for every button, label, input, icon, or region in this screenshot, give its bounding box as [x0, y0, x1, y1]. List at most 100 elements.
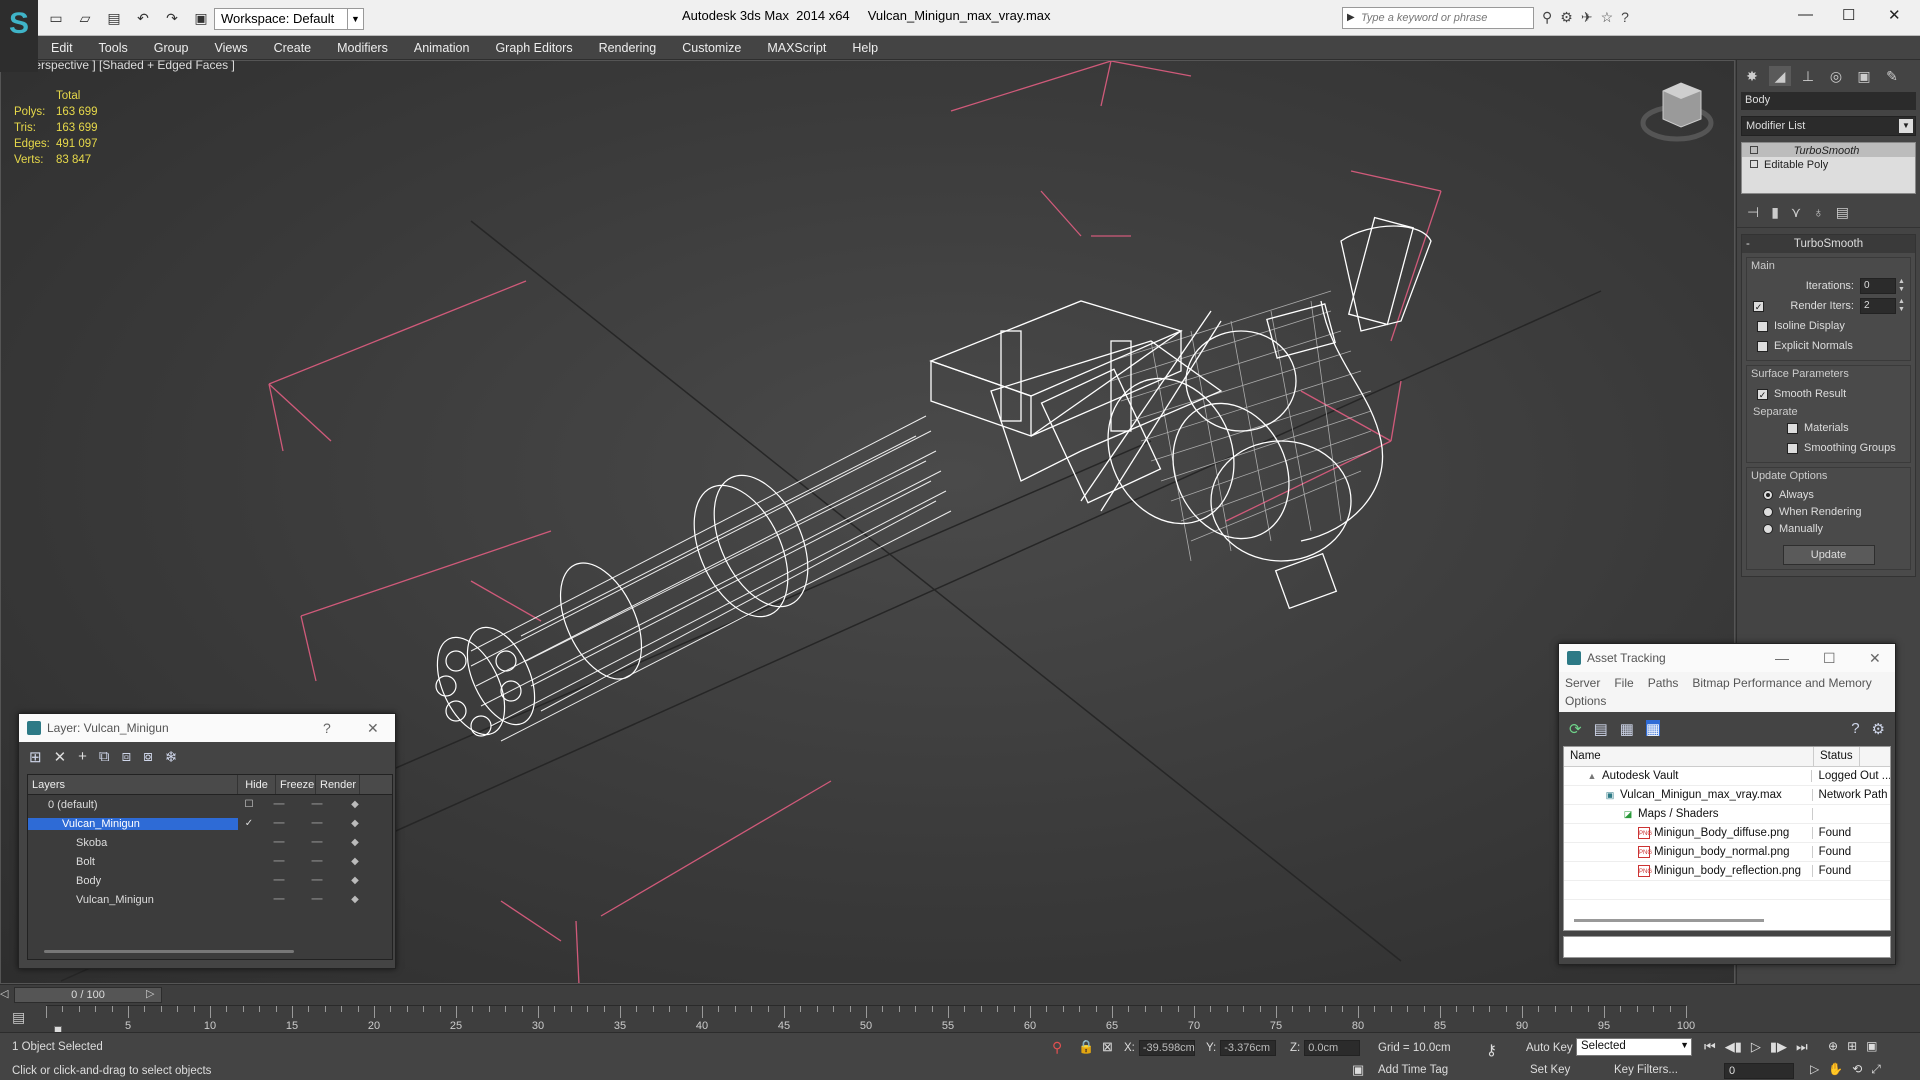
menu-create[interactable]: Create	[261, 36, 325, 59]
layer-row[interactable]: Vulcan_Minigun ━━ ━━ ◆	[28, 890, 392, 909]
field-of-view-icon[interactable]: ▷	[1810, 1062, 1819, 1077]
always-radio[interactable]: Always	[1751, 486, 1906, 503]
object-name-field[interactable]: Body	[1741, 92, 1916, 110]
col-render[interactable]: Render	[316, 775, 360, 794]
mini-curve-editor-icon[interactable]: ▤	[12, 1009, 25, 1026]
redo-icon[interactable]: ↷	[162, 8, 182, 28]
menu-edit[interactable]: Edit	[38, 36, 86, 59]
configure-sets-icon[interactable]: ▤	[1836, 204, 1849, 221]
render-iters-spinner[interactable]: 2	[1860, 298, 1896, 314]
bulb-icon[interactable]	[1750, 146, 1758, 154]
favorites-star-icon[interactable]: ☆	[1601, 9, 1614, 26]
asset-row[interactable]: PNG Minigun_body_normal.png Found	[1564, 843, 1890, 862]
motion-tab-icon[interactable]: ◎	[1825, 66, 1847, 86]
col-name[interactable]: Name	[1564, 747, 1814, 766]
time-ruler[interactable]: 5 10 15 20 25 30 35 40 45 50 55 60 65 70 75 80 85 90 95 100	[46, 1005, 1695, 1050]
next-frame-arrow-icon[interactable]: ▷	[146, 987, 154, 1000]
settings-icon[interactable]: ⚙	[1872, 720, 1885, 738]
smooth-result-checkbox[interactable]: ✓ Smooth Result	[1751, 384, 1906, 404]
spinner-arrows-icon[interactable]: ▲ ▼	[1898, 278, 1906, 294]
close-icon[interactable]: ✕	[367, 720, 379, 737]
menu-tools[interactable]: Tools	[86, 36, 141, 59]
teapot-icon[interactable]: ◆	[336, 875, 374, 886]
teapot-icon[interactable]: ◆	[336, 837, 374, 848]
delete-layer-icon[interactable]: ✕	[54, 748, 67, 766]
play-icon[interactable]: ▷	[1751, 1039, 1761, 1055]
new-layer-icon[interactable]: ⊞	[29, 748, 42, 766]
help-button[interactable]: ?	[323, 720, 331, 736]
highlight-layer-icon[interactable]: ⧈	[122, 748, 132, 766]
expand-icon[interactable]	[1750, 160, 1758, 168]
asset-menu-file[interactable]: File	[1614, 674, 1639, 692]
hierarchy-tab-icon[interactable]: ⊥	[1797, 66, 1819, 86]
menu-animation[interactable]: Animation	[401, 36, 483, 59]
asset-path-field[interactable]	[1563, 936, 1891, 958]
current-frame-field[interactable]: 0	[1724, 1063, 1794, 1079]
update-button[interactable]: Update	[1782, 545, 1875, 565]
new-file-icon[interactable]: ▭	[46, 8, 66, 28]
display-tab-icon[interactable]: ▣	[1853, 66, 1875, 86]
stack-item-editable-poly[interactable]: Editable Poly	[1742, 157, 1915, 171]
next-frame-icon[interactable]: ▮▶	[1770, 1039, 1787, 1055]
minimize-icon[interactable]: —	[1775, 650, 1789, 666]
explicit-normals-checkbox[interactable]: Explicit Normals	[1751, 336, 1906, 356]
asset-row[interactable]: PNG Minigun_Body_diffuse.png Found	[1564, 824, 1890, 843]
z-coordinate-field[interactable]: 0.0cm	[1304, 1040, 1361, 1056]
maximize-icon[interactable]: ☐	[1823, 650, 1836, 667]
layer-row[interactable]: Vulcan_Minigun ✓ ━━ ━━ ◆	[28, 814, 392, 833]
transform-mode-icon[interactable]: ⊠	[1102, 1039, 1113, 1055]
teapot-icon[interactable]: ◆	[336, 799, 374, 810]
keyword-search-input[interactable]: ▶ Type a keyword or phrase	[1342, 7, 1534, 29]
x-coordinate-field[interactable]: -39.598cm	[1138, 1040, 1195, 1056]
when-rendering-radio[interactable]: When Rendering	[1751, 503, 1906, 520]
app-logo-icon[interactable]: S	[0, 0, 38, 72]
layer-row[interactable]: Bolt ━━ ━━ ◆	[28, 852, 392, 871]
table-view-icon[interactable]: ▦	[1645, 720, 1661, 738]
asset-menu-paths[interactable]: Paths	[1648, 674, 1685, 692]
go-to-start-icon[interactable]: ⏮	[1704, 1039, 1716, 1055]
set-key-button[interactable]: Set Key	[1530, 1064, 1570, 1076]
save-icon[interactable]: ▤	[104, 8, 124, 28]
materials-checkbox[interactable]: Materials	[1751, 418, 1906, 438]
freeze-all-icon[interactable]: ❄	[165, 748, 178, 766]
key-icon[interactable]: ⚷	[1486, 1041, 1497, 1059]
previous-frame-icon[interactable]: ◀▮	[1725, 1039, 1742, 1055]
key-filters-button[interactable]: Key Filters...	[1614, 1064, 1678, 1076]
rollout-title[interactable]: TurboSmooth	[1742, 235, 1915, 253]
col-status[interactable]: Status	[1814, 747, 1860, 766]
asset-row[interactable]: PNG Minigun_body_reflection.png Found	[1564, 862, 1890, 881]
pan-hand-icon[interactable]: ✋	[1828, 1062, 1843, 1077]
workspace-dropdown[interactable]: Workspace: Default ▼	[214, 8, 364, 30]
zoom-extents-icon[interactable]: ▣	[1866, 1039, 1877, 1053]
subscription-icon[interactable]: ✈	[1581, 9, 1593, 26]
asset-row[interactable]: ▣ Vulcan_Minigun_max_vray.max Network Path	[1564, 786, 1890, 805]
help-icon[interactable]: ?	[1621, 9, 1629, 26]
menu-customize[interactable]: Customize	[669, 36, 754, 59]
list-view-icon[interactable]: ▤	[1594, 720, 1608, 738]
menu-maxscript[interactable]: MAXScript	[754, 36, 839, 59]
time-tag-icon[interactable]: ▣	[1352, 1062, 1364, 1078]
key-mode-dropdown[interactable]: Selected ▼	[1576, 1038, 1692, 1056]
stack-item-turbosmooth[interactable]: TurboSmooth	[1742, 143, 1915, 157]
menu-views[interactable]: Views	[201, 36, 260, 59]
communication-icon[interactable]: ⚙	[1560, 9, 1573, 26]
help-icon[interactable]: ?	[1851, 720, 1859, 737]
thumbnail-view-icon[interactable]: ▦	[1620, 720, 1634, 738]
zoom-all-icon[interactable]: ⊞	[1847, 1039, 1857, 1053]
menu-graph-editors[interactable]: Graph Editors	[482, 36, 585, 59]
y-coordinate-field[interactable]: -3.376cm	[1220, 1040, 1277, 1056]
menu-modifiers[interactable]: Modifiers	[324, 36, 401, 59]
asset-menu-bitmap[interactable]: Bitmap Performance and Memory	[1692, 674, 1877, 692]
go-to-end-icon[interactable]: ⏭	[1796, 1039, 1808, 1055]
undo-icon[interactable]: ↶	[133, 8, 153, 28]
add-to-layer-icon[interactable]: +	[78, 748, 87, 766]
show-end-result-icon[interactable]: ▮	[1771, 204, 1779, 221]
maximize-viewport-icon[interactable]: ⤢	[1871, 1062, 1881, 1077]
teapot-icon[interactable]: ◆	[336, 894, 374, 905]
teapot-icon[interactable]: ◆	[336, 818, 374, 829]
lock-selection-icon[interactable]: 🔒	[1078, 1039, 1094, 1055]
horizontal-scrollbar[interactable]	[44, 950, 294, 953]
asset-row[interactable]: ▲ Autodesk Vault Logged Out ...	[1564, 767, 1890, 786]
isolate-pin-icon[interactable]: ⚲	[1052, 1039, 1062, 1056]
time-slider[interactable]: 0 / 100	[14, 987, 162, 1003]
